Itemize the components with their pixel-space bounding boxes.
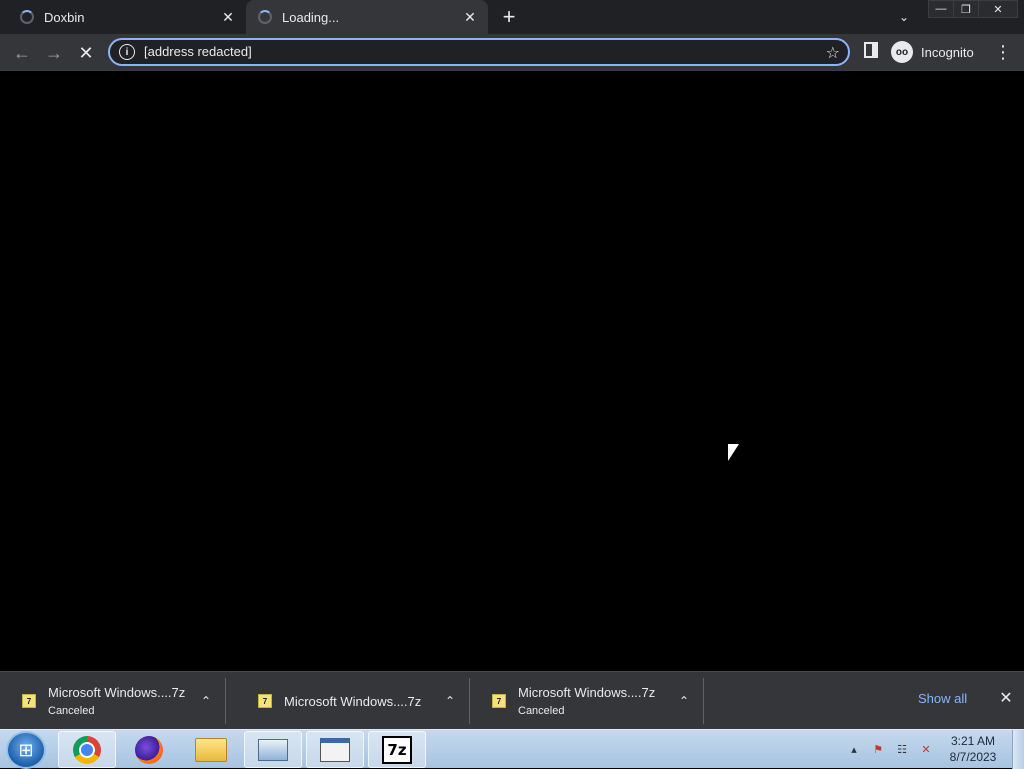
- site-info-icon[interactable]: i: [119, 44, 135, 60]
- action-center-flag-icon[interactable]: ⚑: [868, 740, 888, 760]
- network-icon[interactable]: ☷: [892, 740, 912, 760]
- show-hidden-icons-icon[interactable]: ▴: [844, 740, 864, 760]
- tab-doxbin[interactable]: Doxbin ✕: [8, 0, 246, 34]
- new-tab-button[interactable]: +: [496, 4, 522, 29]
- system-tray: ▴ ⚑ ☷ ✕: [842, 730, 938, 769]
- back-arrow-icon[interactable]: ←: [8, 39, 36, 67]
- taskbar-7zip[interactable]: 7z: [368, 731, 426, 768]
- mouse-cursor-icon: [728, 444, 739, 461]
- tab-search-icon[interactable]: ⌄: [893, 6, 915, 28]
- tab-close-icon[interactable]: ✕: [218, 7, 238, 27]
- divider: [703, 678, 704, 724]
- loading-spinner-icon: [20, 10, 34, 24]
- computer-icon: [258, 738, 288, 761]
- window-close-button[interactable]: ✕: [978, 0, 1018, 18]
- tab-title: Loading...: [282, 9, 340, 25]
- show-all-downloads-link[interactable]: Show all: [918, 691, 967, 706]
- clock-time: 3:21 AM: [950, 734, 996, 748]
- firefox-icon: [135, 735, 163, 764]
- taskbar-file-explorer[interactable]: [182, 731, 240, 768]
- start-button[interactable]: ⊞: [6, 731, 46, 769]
- download-filename: Microsoft Windows....7z: [48, 685, 186, 700]
- volume-muted-icon[interactable]: ✕: [916, 740, 936, 760]
- forward-arrow-icon[interactable]: →: [40, 39, 68, 67]
- incognito-label: Incognito: [921, 44, 974, 60]
- windows-taskbar: ⊞ 7z ▴ ⚑ ☷ ✕ 3:21 AM 8/7/2023: [0, 729, 1024, 769]
- page-viewport[interactable]: [0, 71, 1024, 671]
- chevron-up-icon[interactable]: ⌃: [672, 694, 696, 708]
- browser-menu-icon[interactable]: ⋮: [994, 40, 1012, 64]
- chevron-up-icon[interactable]: ⌃: [194, 694, 218, 708]
- download-item[interactable]: 7 Microsoft Windows....7z Canceled ⌃: [0, 678, 226, 724]
- file-explorer-icon: [195, 737, 227, 762]
- tab-close-icon[interactable]: ✕: [460, 7, 480, 27]
- taskbar-firefox[interactable]: [120, 731, 178, 768]
- download-item[interactable]: 7 Microsoft Windows....7z ⌃: [236, 678, 470, 724]
- archive-file-icon: 7: [492, 694, 506, 708]
- side-panel-icon[interactable]: [864, 42, 878, 58]
- address-bar[interactable]: i [address redacted] ☆: [108, 38, 850, 66]
- 7zip-icon: 7z: [382, 735, 412, 764]
- download-filename: Microsoft Windows....7z: [518, 685, 656, 700]
- loading-spinner-icon: [258, 10, 272, 24]
- incognito-profile-button[interactable]: oo Incognito: [891, 41, 974, 63]
- tab-title: Doxbin: [44, 9, 85, 25]
- taskbar-clock[interactable]: 3:21 AM 8/7/2023: [942, 733, 1004, 765]
- download-item[interactable]: 7 Microsoft Windows....7z Canceled ⌃: [470, 678, 704, 724]
- download-status: Canceled: [518, 705, 565, 717]
- window-icon: [320, 737, 350, 762]
- minimize-button[interactable]: —: [928, 0, 954, 18]
- browser-toolbar: ← → ✕ i [address redacted] ☆ oo Incognit…: [0, 34, 1024, 71]
- address-bar-url[interactable]: [address redacted]: [143, 43, 253, 61]
- stop-loading-icon[interactable]: ✕: [72, 39, 100, 67]
- tab-loading[interactable]: Loading... ✕: [246, 0, 488, 34]
- chevron-up-icon[interactable]: ⌃: [438, 694, 462, 708]
- archive-file-icon: 7: [258, 694, 272, 708]
- tab-strip: Doxbin ✕ Loading... ✕ + ⌄ — ❐ ✕: [0, 0, 1024, 34]
- taskbar-chrome[interactable]: [58, 731, 116, 768]
- show-desktop-button[interactable]: [1012, 730, 1024, 769]
- divider: [225, 678, 226, 724]
- archive-file-icon: 7: [22, 694, 36, 708]
- bookmark-star-icon[interactable]: ☆: [826, 43, 840, 63]
- taskbar-computer[interactable]: [244, 731, 302, 768]
- download-shelf: 7 Microsoft Windows....7z Canceled ⌃ 7 M…: [0, 671, 1024, 729]
- chrome-icon: [73, 735, 101, 764]
- taskbar-window[interactable]: [306, 731, 364, 768]
- incognito-icon: oo: [891, 41, 913, 63]
- restore-button[interactable]: ❐: [953, 0, 979, 18]
- download-filename: Microsoft Windows....7z: [284, 693, 422, 709]
- clock-date: 8/7/2023: [949, 750, 997, 764]
- close-shelf-icon[interactable]: ✕: [996, 688, 1016, 708]
- download-status: Canceled: [48, 705, 95, 717]
